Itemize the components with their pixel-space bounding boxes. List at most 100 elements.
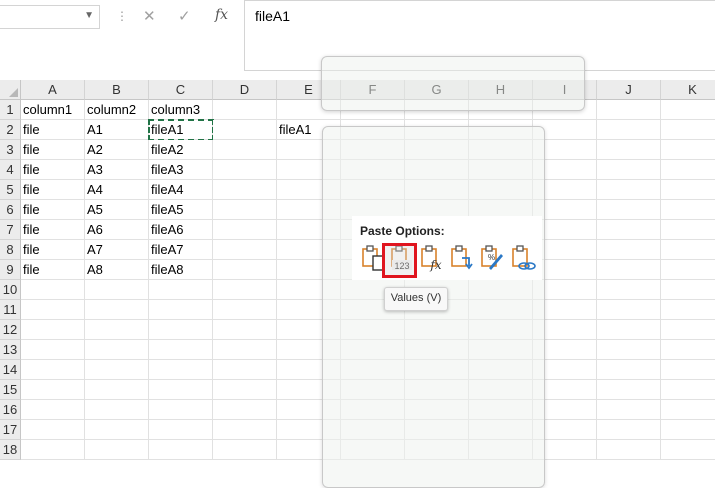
row-header-12[interactable]: 12	[0, 320, 21, 340]
cell-j1[interactable]	[597, 100, 661, 120]
cell-c5[interactable]: fileA4	[149, 180, 213, 200]
cell-j3[interactable]	[597, 140, 661, 160]
cell-a14[interactable]	[21, 360, 85, 380]
cell-k18[interactable]	[661, 440, 715, 460]
cell-c3[interactable]: fileA2	[149, 140, 213, 160]
cell-a2[interactable]: file	[21, 120, 85, 140]
cell-k5[interactable]	[661, 180, 715, 200]
row-header-2[interactable]: 2	[0, 120, 21, 140]
cell-c7[interactable]: fileA6	[149, 220, 213, 240]
cell-k1[interactable]	[661, 100, 715, 120]
cell-d9[interactable]	[213, 260, 277, 280]
cell-d12[interactable]	[213, 320, 277, 340]
cell-c10[interactable]	[149, 280, 213, 300]
row-header-6[interactable]: 6	[0, 200, 21, 220]
chevron-down-icon[interactable]: ▼	[84, 10, 94, 21]
cell-b15[interactable]	[85, 380, 149, 400]
cell-j18[interactable]	[597, 440, 661, 460]
column-header-j[interactable]: J	[597, 80, 661, 100]
cell-d5[interactable]	[213, 180, 277, 200]
cell-d7[interactable]	[213, 220, 277, 240]
cell-k2[interactable]	[661, 120, 715, 140]
cell-j12[interactable]	[597, 320, 661, 340]
cell-j16[interactable]	[597, 400, 661, 420]
cell-b5[interactable]: A4	[85, 180, 149, 200]
cell-d8[interactable]	[213, 240, 277, 260]
cell-b9[interactable]: A8	[85, 260, 149, 280]
cell-c18[interactable]	[149, 440, 213, 460]
cell-d2[interactable]	[213, 120, 277, 140]
cell-a17[interactable]	[21, 420, 85, 440]
cell-c8[interactable]: fileA7	[149, 240, 213, 260]
row-header-3[interactable]: 3	[0, 140, 21, 160]
cell-b13[interactable]	[85, 340, 149, 360]
cell-k17[interactable]	[661, 420, 715, 440]
cell-d6[interactable]	[213, 200, 277, 220]
cell-j15[interactable]	[597, 380, 661, 400]
cell-b16[interactable]	[85, 400, 149, 420]
cell-d3[interactable]	[213, 140, 277, 160]
row-header-8[interactable]: 8	[0, 240, 21, 260]
cell-d14[interactable]	[213, 360, 277, 380]
cell-d1[interactable]	[213, 100, 277, 120]
cell-b7[interactable]: A6	[85, 220, 149, 240]
cell-j8[interactable]	[597, 240, 661, 260]
cell-b18[interactable]	[85, 440, 149, 460]
cell-c13[interactable]	[149, 340, 213, 360]
cell-a10[interactable]	[21, 280, 85, 300]
cell-k15[interactable]	[661, 380, 715, 400]
paste-link-icon[interactable]	[510, 244, 536, 272]
row-header-9[interactable]: 9	[0, 260, 21, 280]
cell-a1[interactable]: column1	[21, 100, 85, 120]
check-icon[interactable]: ✓	[178, 7, 191, 25]
cell-a7[interactable]: file	[21, 220, 85, 240]
cell-d4[interactable]	[213, 160, 277, 180]
cell-b10[interactable]	[85, 280, 149, 300]
cell-a16[interactable]	[21, 400, 85, 420]
row-header-7[interactable]: 7	[0, 220, 21, 240]
close-icon[interactable]: ✕	[143, 7, 156, 25]
row-header-10[interactable]: 10	[0, 280, 21, 300]
cell-a9[interactable]: file	[21, 260, 85, 280]
cell-a6[interactable]: file	[21, 200, 85, 220]
cell-k3[interactable]	[661, 140, 715, 160]
cell-j4[interactable]	[597, 160, 661, 180]
insert-function-icon[interactable]: fx	[215, 7, 228, 23]
cell-k7[interactable]	[661, 220, 715, 240]
cell-d18[interactable]	[213, 440, 277, 460]
row-header-5[interactable]: 5	[0, 180, 21, 200]
row-header-13[interactable]: 13	[0, 340, 21, 360]
cell-j5[interactable]	[597, 180, 661, 200]
cell-j9[interactable]	[597, 260, 661, 280]
row-header-14[interactable]: 14	[0, 360, 21, 380]
cell-d10[interactable]	[213, 280, 277, 300]
cell-k10[interactable]	[661, 280, 715, 300]
cell-b17[interactable]	[85, 420, 149, 440]
cell-k4[interactable]	[661, 160, 715, 180]
cell-c1[interactable]: column3	[149, 100, 213, 120]
drag-handle-icon[interactable]: ⋮	[116, 10, 128, 22]
cell-j10[interactable]	[597, 280, 661, 300]
cell-j14[interactable]	[597, 360, 661, 380]
row-header-18[interactable]: 18	[0, 440, 21, 460]
cell-c2[interactable]: fileA1	[148, 119, 214, 141]
cell-b12[interactable]	[85, 320, 149, 340]
row-header-16[interactable]: 16	[0, 400, 21, 420]
cell-c16[interactable]	[149, 400, 213, 420]
cell-k9[interactable]	[661, 260, 715, 280]
cell-c9[interactable]: fileA8	[149, 260, 213, 280]
cell-c12[interactable]	[149, 320, 213, 340]
cell-a11[interactable]	[21, 300, 85, 320]
paste-transpose-icon[interactable]	[449, 244, 475, 272]
paste-formatting-icon[interactable]: %	[479, 244, 505, 272]
cell-c17[interactable]	[149, 420, 213, 440]
cell-a8[interactable]: file	[21, 240, 85, 260]
row-header-1[interactable]: 1	[0, 100, 21, 120]
name-box[interactable]: ▼	[0, 5, 100, 29]
row-header-4[interactable]: 4	[0, 160, 21, 180]
row-header-11[interactable]: 11	[0, 300, 21, 320]
cell-j2[interactable]	[597, 120, 661, 140]
cell-k12[interactable]	[661, 320, 715, 340]
cell-k11[interactable]	[661, 300, 715, 320]
cell-c4[interactable]: fileA3	[149, 160, 213, 180]
